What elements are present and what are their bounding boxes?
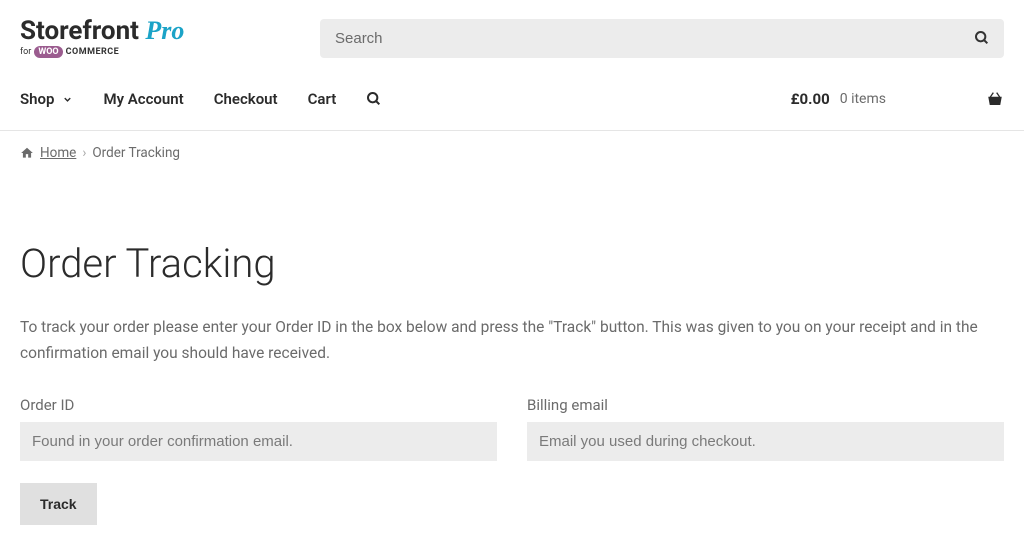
- basket-icon[interactable]: [986, 90, 1004, 108]
- search-bar: [320, 19, 1004, 58]
- logo-brand: Storefront Pro: [20, 18, 184, 44]
- nav-checkout[interactable]: Checkout: [214, 90, 278, 108]
- breadcrumb-separator: ›: [82, 145, 86, 161]
- cart-items-count: 0 items: [840, 91, 886, 107]
- billing-email-label: Billing email: [527, 396, 1004, 414]
- breadcrumb-current: Order Tracking: [92, 145, 180, 161]
- header: Storefront Pro for WOO COMMERCE: [20, 0, 1004, 68]
- cart-summary[interactable]: £0.00 0 items: [791, 90, 1004, 108]
- home-icon: [20, 146, 34, 160]
- cart-total: £0.00: [791, 90, 830, 108]
- track-button[interactable]: Track: [20, 483, 97, 525]
- page-title: Order Tracking: [20, 240, 1004, 287]
- nav-shop[interactable]: Shop: [20, 90, 73, 108]
- nav-cart[interactable]: Cart: [308, 90, 337, 108]
- nav-search-icon[interactable]: [366, 91, 382, 107]
- breadcrumb-home-link[interactable]: Home: [40, 145, 76, 161]
- search-icon[interactable]: [974, 30, 990, 46]
- page-description: To track your order please enter your Or…: [20, 315, 1004, 366]
- chevron-down-icon: [62, 94, 73, 105]
- site-logo[interactable]: Storefront Pro for WOO COMMERCE: [20, 18, 280, 58]
- nav-my-account[interactable]: My Account: [103, 90, 183, 108]
- billing-email-input[interactable]: [527, 422, 1004, 461]
- logo-subtitle: for WOO COMMERCE: [20, 46, 119, 58]
- order-id-input[interactable]: [20, 422, 497, 461]
- main-nav: Shop My Account Checkout Cart £0.00 0 it…: [20, 68, 1004, 130]
- tracking-form: Order ID Billing email: [20, 396, 1004, 461]
- search-input[interactable]: [320, 19, 1004, 58]
- breadcrumb: Home › Order Tracking: [20, 131, 1004, 175]
- order-id-label: Order ID: [20, 396, 497, 414]
